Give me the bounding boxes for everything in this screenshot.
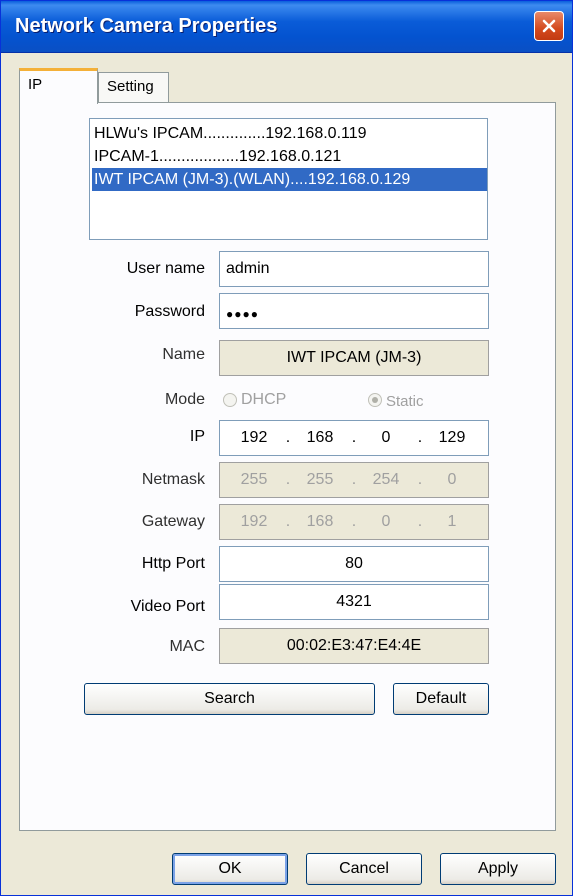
gateway-label: Gateway: [141, 513, 205, 530]
mode-static-radio[interactable]: [368, 393, 382, 407]
netmask-separator: .: [351, 471, 357, 488]
gateway-separator: .: [285, 513, 291, 530]
ip-separator: .: [351, 429, 357, 446]
user-name-input[interactable]: admin: [219, 251, 489, 287]
ok-button[interactable]: OK: [172, 853, 288, 885]
window-title: Network Camera Properties: [15, 15, 278, 37]
name-value: IWT IPCAM (JM-3): [286, 349, 422, 366]
gateway-octet-3: 0: [381, 513, 391, 530]
default-button[interactable]: Default: [393, 683, 489, 715]
ip-separator: .: [285, 429, 291, 446]
netmask-octet-1: 255: [240, 471, 268, 488]
close-icon: [542, 19, 556, 33]
ip-separator: .: [417, 429, 423, 446]
password-label: Password: [134, 303, 205, 320]
video-port-label: Video Port: [130, 598, 205, 615]
netmask-label: Netmask: [141, 471, 205, 488]
gateway-octet-2: 168: [306, 513, 334, 530]
mode-static-label: Static: [386, 393, 424, 410]
gateway-separator: .: [417, 513, 423, 530]
list-item[interactable]: IPCAM-1..................192.168.0.121: [92, 145, 487, 168]
netmask-separator: .: [417, 471, 423, 488]
tab-setting-label: Setting: [107, 78, 154, 95]
gateway-separator: .: [351, 513, 357, 530]
tab-ip[interactable]: IP: [19, 68, 98, 104]
http-port-label: Http Port: [141, 555, 205, 572]
gateway-octet-1: 192: [240, 513, 268, 530]
password-input[interactable]: ●●●●: [219, 293, 489, 329]
http-port-value: 80: [345, 555, 363, 572]
netmask-octet-4: 0: [447, 471, 457, 488]
mac-label: MAC: [169, 638, 205, 655]
netmask-separator: .: [285, 471, 291, 488]
camera-listbox[interactable]: HLWu's IPCAM..............192.168.0.119 …: [89, 118, 488, 240]
user-name-value: admin: [226, 260, 270, 277]
user-name-label: User name: [126, 260, 205, 277]
video-port-input[interactable]: 4321: [219, 584, 489, 620]
apply-button[interactable]: Apply: [440, 853, 556, 885]
netmask-input: 255 . 255 . 254 . 0: [219, 462, 489, 498]
password-value: ●●●●: [226, 307, 259, 321]
name-field: IWT IPCAM (JM-3): [219, 340, 489, 376]
netmask-octet-3: 254: [372, 471, 400, 488]
close-button[interactable]: [534, 11, 564, 41]
ip-octet-1[interactable]: 192: [230, 429, 278, 447]
mac-field: 00:02:E3:47:E4:4E: [219, 628, 489, 664]
video-port-value: 4321: [336, 593, 372, 610]
list-item[interactable]: IWT IPCAM (JM-3).(WLAN)....192.168.0.129: [92, 168, 487, 191]
title-bar[interactable]: Network Camera Properties: [1, 1, 572, 53]
tab-ip-label: IP: [28, 76, 43, 93]
http-port-input[interactable]: 80: [219, 546, 489, 582]
ip-octet-4[interactable]: 129: [428, 429, 476, 447]
ip-address-input[interactable]: 192 . 168 . 0 . 129: [219, 420, 489, 456]
list-item[interactable]: HLWu's IPCAM..............192.168.0.119: [92, 122, 487, 145]
mode-dhcp-radio[interactable]: [223, 393, 237, 407]
name-label: Name: [162, 346, 205, 363]
mac-value: 00:02:E3:47:E4:4E: [286, 637, 422, 654]
radio-selected-dot: [372, 397, 378, 403]
cancel-button[interactable]: Cancel: [306, 853, 422, 885]
search-button[interactable]: Search: [84, 683, 375, 715]
gateway-octet-4: 1: [447, 513, 457, 530]
network-camera-properties-dialog: Network Camera Properties IP Setting HLW…: [0, 0, 573, 896]
gateway-input: 192 . 168 . 0 . 1: [219, 504, 489, 540]
mode-dhcp-label: DHCP: [241, 391, 287, 408]
ip-octet-2[interactable]: 168: [296, 429, 344, 447]
ip-octet-3[interactable]: 0: [362, 429, 410, 447]
tab-setting[interactable]: Setting: [98, 72, 169, 105]
netmask-octet-2: 255: [306, 471, 334, 488]
ip-label: IP: [189, 428, 205, 445]
mode-label: Mode: [164, 391, 205, 408]
